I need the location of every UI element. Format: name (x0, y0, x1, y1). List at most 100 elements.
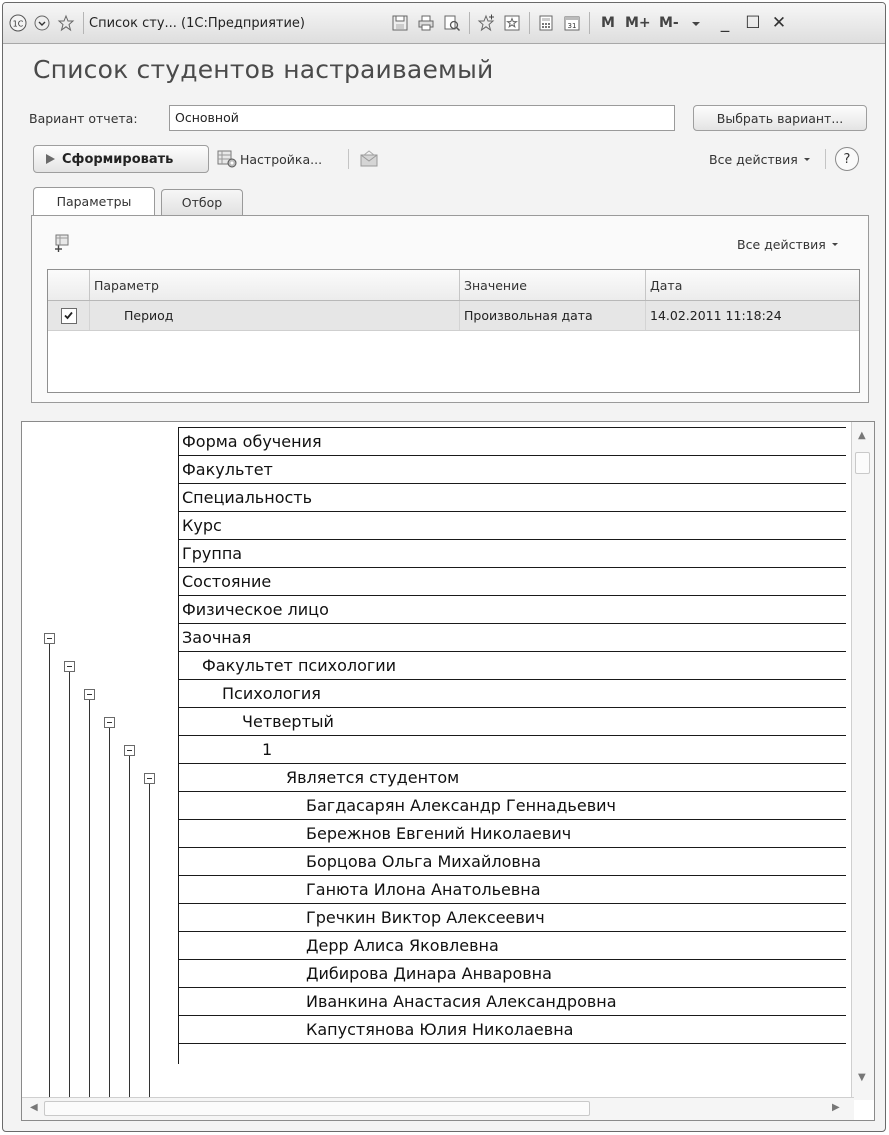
collapse-group-icon[interactable] (144, 773, 155, 784)
report-row[interactable]: Борцова Ольга Михайловна (178, 848, 846, 876)
dropdown-arrow-icon (803, 158, 810, 161)
horizontal-scroll-thumb[interactable] (44, 1101, 590, 1116)
report-row[interactable]: Капустянова Юлия Николаевна (178, 1016, 846, 1044)
tab-filter[interactable]: Отбор (161, 189, 243, 215)
collapse-group-icon[interactable] (44, 633, 55, 644)
report-cell-text: Курс (182, 516, 222, 535)
report-cell-text: Специальность (182, 488, 313, 507)
variant-field[interactable]: Основной (169, 105, 675, 131)
1c-logo-icon[interactable]: 1С (9, 13, 27, 33)
collapse-group-icon[interactable] (64, 661, 75, 672)
checkmark-icon (64, 311, 73, 320)
settings-icon (217, 150, 237, 168)
add-favorite-icon[interactable] (477, 13, 495, 33)
dropdown-arrow-icon (831, 243, 838, 246)
report-row[interactable]: Дибирова Динара Анваровна (178, 960, 846, 988)
report-row[interactable]: Четвертый (178, 708, 846, 736)
print-icon[interactable] (417, 13, 435, 33)
svg-text:1С: 1С (13, 20, 24, 29)
title-bar: 1С Список сту... (1С:Предприятие) 31 M M… (3, 3, 885, 44)
mail-icon (360, 150, 378, 167)
report-cell-text: Бережнов Евгений Николаевич (306, 824, 572, 843)
separator (589, 12, 590, 34)
group-tree-line (89, 700, 90, 1103)
scroll-left-icon[interactable]: ◀ (30, 1102, 38, 1113)
report-row[interactable]: Курс (178, 512, 846, 540)
tab-parameters[interactable]: Параметры (33, 187, 155, 215)
report-left-border (178, 428, 179, 1064)
collapse-group-icon[interactable] (104, 717, 115, 728)
report-row[interactable]: Психология (178, 680, 846, 708)
report-row[interactable]: Факультет психологии (178, 652, 846, 680)
report-row[interactable]: Иванкина Анастасия Александровна (178, 988, 846, 1016)
params-all-actions-label: Все действия (737, 236, 826, 252)
params-all-actions-menu[interactable]: Все действия (737, 235, 840, 253)
header-date[interactable]: Дата (646, 270, 859, 300)
favorite-star-icon[interactable] (57, 13, 75, 33)
vertical-scrollbar[interactable]: ▲ ▼ (851, 422, 874, 1100)
print-preview-icon[interactable] (443, 13, 461, 33)
play-icon (46, 154, 55, 164)
report-output[interactable]: Форма обучения Факультет Специальность Курс… (21, 421, 875, 1121)
report-row[interactable]: Состояние (178, 568, 846, 596)
vertical-scroll-thumb[interactable] (855, 452, 870, 474)
parameters-table: Параметр Значение Дата Период Произвольн… (47, 269, 860, 393)
separator (83, 12, 84, 34)
period-name: Период (90, 301, 460, 330)
report-row[interactable]: Физическое лицо (178, 596, 846, 624)
report-row[interactable]: Ганюта Илона Анатольевна (178, 876, 846, 904)
save-icon[interactable] (391, 13, 409, 33)
report-row[interactable]: Гречкин Виктор Алексеевич (178, 904, 846, 932)
report-row[interactable]: Бережнов Евгений Николаевич (178, 820, 846, 848)
collapse-group-icon[interactable] (124, 745, 135, 756)
horizontal-scrollbar[interactable]: ◀ ▶ (22, 1097, 854, 1120)
choose-variant-button[interactable]: Выбрать вариант... (693, 105, 867, 131)
header-value[interactable]: Значение (460, 270, 646, 300)
period-value[interactable]: Произвольная дата (460, 301, 646, 330)
add-parameter-button[interactable] (53, 233, 73, 253)
report-row[interactable]: Заочная (178, 624, 846, 652)
group-tree-line (49, 644, 50, 1103)
table-row[interactable]: Период Произвольная дата 14.02.2011 11:1… (48, 301, 859, 331)
all-actions-menu[interactable]: Все действия (709, 149, 812, 169)
report-window: 1С Список сту... (1С:Предприятие) 31 M M… (2, 2, 886, 1132)
report-cell-text: Является студентом (286, 768, 460, 787)
header-checkbox-column (48, 270, 90, 300)
report-row[interactable]: Является студентом (178, 764, 846, 792)
report-row[interactable]: Факультет (178, 456, 846, 484)
scroll-down-icon[interactable]: ▼ (858, 1072, 866, 1083)
report-row[interactable]: Группа (178, 540, 846, 568)
help-button[interactable]: ? (835, 147, 859, 171)
menu-dropdown-icon[interactable] (687, 13, 705, 33)
period-date[interactable]: 14.02.2011 11:18:24 (646, 301, 859, 330)
calendar-icon[interactable]: 31 (563, 13, 581, 33)
maximize-button[interactable]: ☐ (743, 13, 763, 33)
header-parameter[interactable]: Параметр (90, 270, 460, 300)
report-cell-text: Дибирова Динара Анваровна (306, 964, 552, 983)
report-row[interactable]: Специальность (178, 484, 846, 512)
report-row[interactable]: Дерр Алиса Яковлевна (178, 932, 846, 960)
menu-circle-icon[interactable] (33, 13, 51, 33)
send-mail-button[interactable] (359, 149, 379, 169)
report-cell-text: Четвертый (242, 712, 334, 731)
report-row[interactable]: 1 (178, 736, 846, 764)
report-cell-text: Дерр Алиса Яковлевна (306, 936, 499, 955)
report-cell-text: Форма обучения (182, 432, 322, 451)
period-checkbox[interactable] (60, 307, 77, 324)
minimize-button[interactable]: _ (715, 13, 735, 33)
settings-button[interactable]: Настройка... (217, 149, 322, 169)
collapse-group-icon[interactable] (84, 689, 95, 700)
favorites-list-icon[interactable] (503, 13, 521, 33)
scroll-up-icon[interactable]: ▲ (858, 430, 866, 441)
report-row[interactable]: Форма обучения (178, 428, 846, 456)
report-cell-text: Психология (222, 684, 321, 703)
calculator-icon[interactable] (537, 13, 555, 33)
row-checkbox-cell (48, 301, 90, 330)
memory-add-button[interactable]: M+ (625, 13, 651, 33)
report-row[interactable]: Багдасарян Александр Геннадьевич (178, 792, 846, 820)
scroll-right-icon[interactable]: ▶ (832, 1102, 840, 1113)
close-button[interactable]: ✕ (769, 13, 789, 33)
memory-button[interactable]: M (601, 13, 615, 33)
memory-subtract-button[interactable]: M- (659, 13, 679, 33)
generate-button[interactable]: Сформировать (33, 145, 209, 173)
